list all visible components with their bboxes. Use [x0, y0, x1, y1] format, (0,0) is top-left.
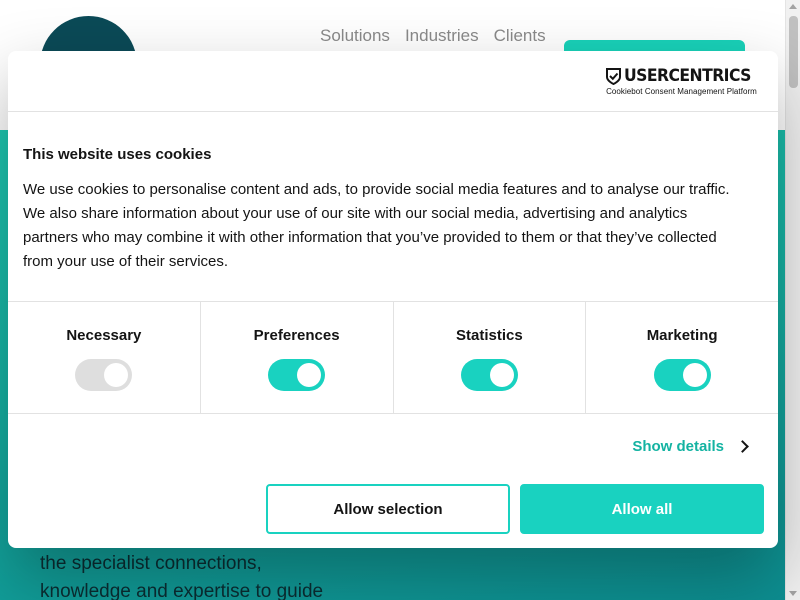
scroll-up-arrow-icon[interactable]	[789, 4, 797, 9]
nav-link-solutions[interactable]: Solutions	[320, 26, 390, 46]
page-scrollbar[interactable]	[785, 0, 800, 600]
category-preferences: Preferences	[201, 302, 394, 413]
cookie-title: This website uses cookies	[23, 146, 212, 163]
category-statistics: Statistics	[394, 302, 587, 413]
scroll-down-arrow-icon[interactable]	[789, 591, 797, 596]
scrollbar-thumb[interactable]	[789, 16, 798, 88]
category-label: Marketing	[646, 327, 718, 344]
usercentrics-logo[interactable]: USERCENTRICS Cookiebot Consent Managemen…	[606, 66, 762, 96]
category-label: Statistics	[456, 327, 523, 344]
preferences-toggle[interactable]	[268, 359, 326, 391]
show-details-link[interactable]: Show details	[632, 438, 749, 455]
marketing-toggle[interactable]	[653, 359, 711, 391]
hero-line: the specialist connections,	[40, 553, 262, 574]
toggle-knob	[104, 363, 129, 387]
brand-name: USERCENTRICS	[624, 66, 751, 86]
category-necessary: Necessary	[8, 302, 201, 413]
toggle-knob	[489, 363, 514, 387]
category-label: Preferences	[253, 327, 340, 344]
allow-selection-button[interactable]: Allow selection	[266, 484, 510, 534]
chevron-right-icon	[736, 440, 749, 453]
brand-subtitle: Cookiebot Consent Management Platform	[606, 87, 757, 96]
dialog-body: This website uses cookies We use cookies…	[8, 112, 778, 301]
necessary-toggle	[75, 359, 133, 391]
category-label: Necessary	[66, 327, 142, 344]
details-row: Show details	[8, 414, 778, 484]
cookie-description: We use cookies to personalise content an…	[23, 181, 730, 270]
nav-link-clients[interactable]: Clients	[494, 26, 546, 46]
allow-all-button[interactable]: Allow all	[520, 484, 764, 534]
toggle-knob	[297, 363, 322, 387]
show-details-label: Show details	[632, 438, 724, 455]
shield-check-icon	[606, 67, 622, 85]
dialog-header: USERCENTRICS Cookiebot Consent Managemen…	[8, 51, 778, 112]
dialog-buttons: Allow selection Allow all	[266, 484, 764, 534]
toggle-knob	[682, 363, 707, 387]
hero-line: knowledge and expertise to guide	[40, 581, 324, 600]
category-marketing: Marketing	[586, 302, 778, 413]
cookie-consent-dialog: USERCENTRICS Cookiebot Consent Managemen…	[8, 51, 778, 548]
cookie-categories: Necessary Preferences Statistics Marketi…	[8, 301, 778, 414]
site-nav: Solutions Industries Clients	[320, 26, 546, 46]
nav-link-industries[interactable]: Industries	[405, 26, 479, 46]
statistics-toggle[interactable]	[460, 359, 518, 391]
hero-text: the specialist connections, knowledge an…	[40, 550, 323, 600]
